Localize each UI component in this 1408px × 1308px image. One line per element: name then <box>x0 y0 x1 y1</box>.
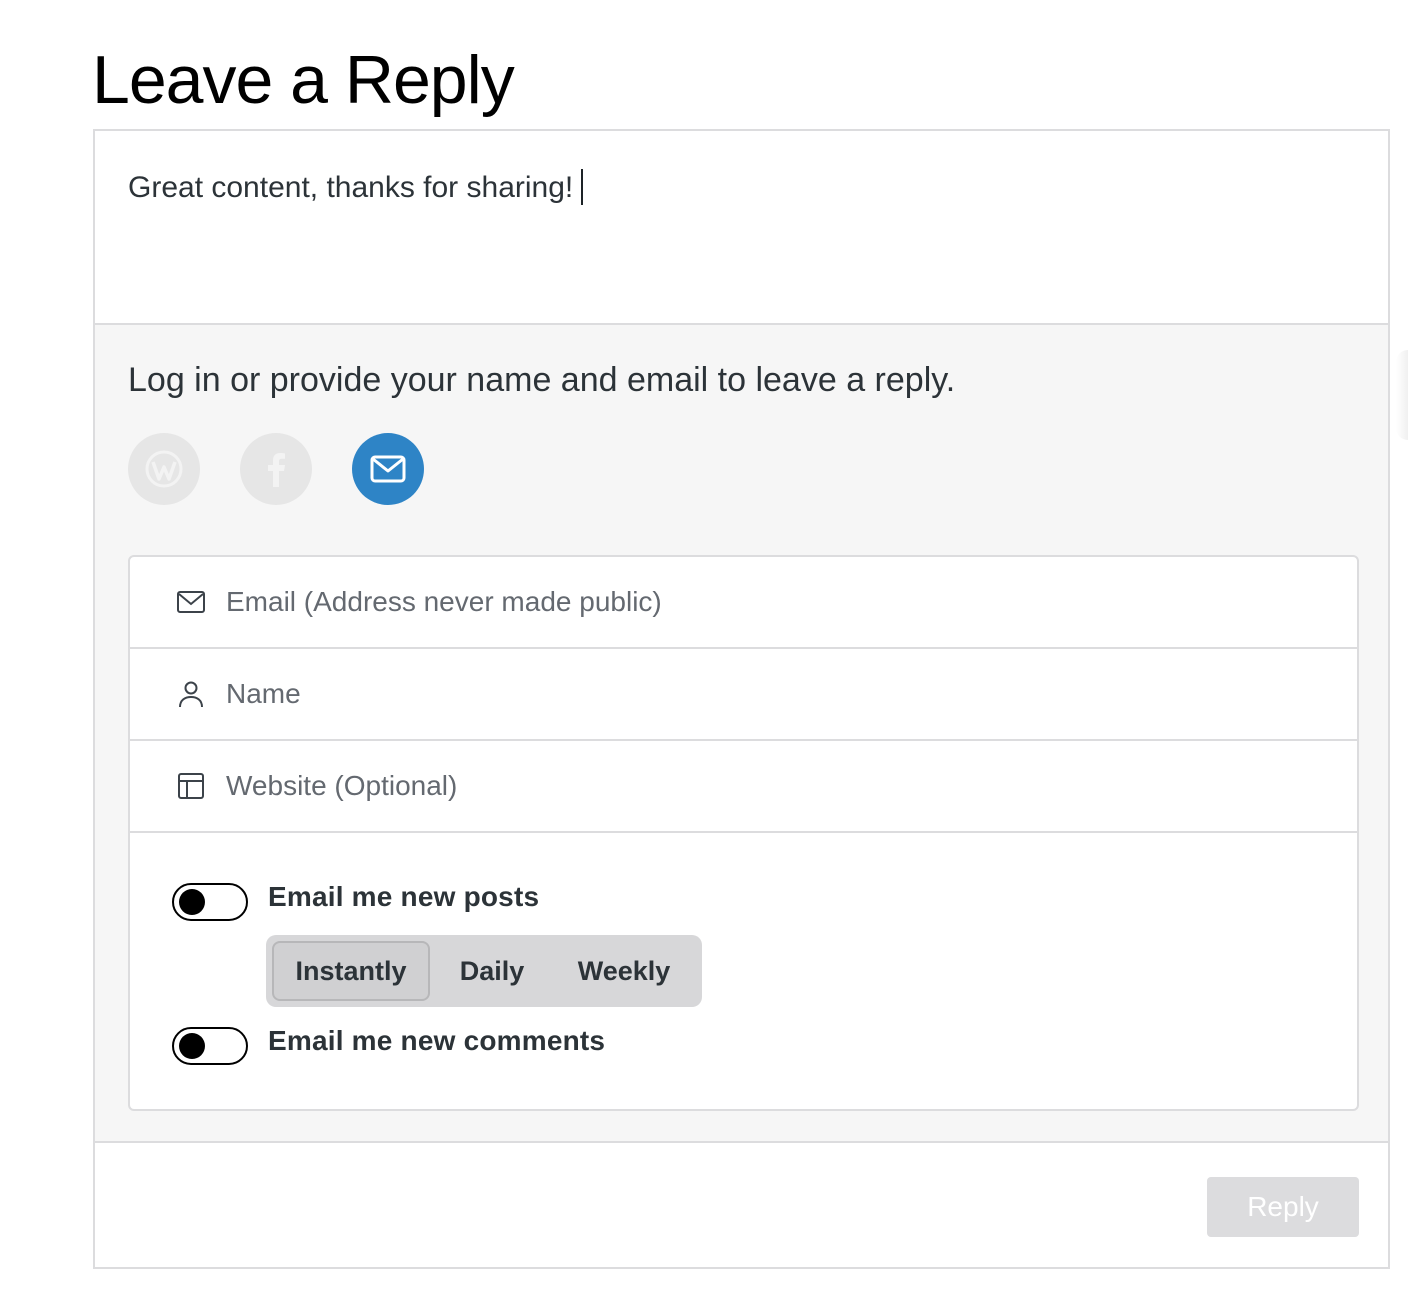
email-posts-toggle[interactable] <box>172 883 248 921</box>
email-comments-toggle[interactable] <box>172 1027 248 1065</box>
name-input[interactable] <box>226 669 1326 719</box>
facebook-icon <box>268 453 285 487</box>
frequency-daily[interactable]: Daily <box>442 941 542 1001</box>
frequency-instantly[interactable]: Instantly <box>272 941 430 1001</box>
user-icon <box>179 681 203 708</box>
toggle-knob <box>179 1033 205 1059</box>
email-row <box>130 557 1357 649</box>
page-title: Leave a Reply <box>92 42 515 118</box>
toggle-knob <box>179 889 205 915</box>
subscription-options: Email me new posts Instantly Daily Weekl… <box>130 833 1357 1109</box>
reply-button[interactable]: Reply <box>1207 1177 1359 1237</box>
name-row <box>130 649 1357 741</box>
text-caret <box>581 169 584 205</box>
login-panel: Log in or provide your name and email to… <box>95 325 1388 1143</box>
comment-text: Great content, thanks for sharing! <box>128 169 584 205</box>
envelope-icon <box>177 591 205 613</box>
comment-form: Great content, thanks for sharing! Log i… <box>93 129 1390 1269</box>
frequency-selector: Instantly Daily Weekly <box>266 935 702 1007</box>
website-row <box>130 741 1357 833</box>
email-posts-label: Email me new posts <box>268 881 540 912</box>
wordpress-icon <box>145 450 183 488</box>
edge-shadow <box>1396 350 1408 440</box>
login-prompt: Log in or provide your name and email to… <box>128 361 956 399</box>
form-footer: Reply <box>95 1143 1388 1267</box>
website-input[interactable] <box>226 761 1326 811</box>
email-input[interactable] <box>226 577 1326 627</box>
wordpress-login-button[interactable] <box>128 433 200 505</box>
email-comments-label: Email me new comments <box>268 1025 606 1056</box>
guest-fields: Email me new posts Instantly Daily Weekl… <box>128 555 1359 1111</box>
facebook-login-button[interactable] <box>240 433 312 505</box>
envelope-icon <box>370 455 406 483</box>
layout-icon <box>178 773 204 799</box>
email-login-button[interactable] <box>352 433 424 505</box>
frequency-weekly[interactable]: Weekly <box>562 941 686 1001</box>
comment-textarea[interactable]: Great content, thanks for sharing! <box>95 131 1388 325</box>
